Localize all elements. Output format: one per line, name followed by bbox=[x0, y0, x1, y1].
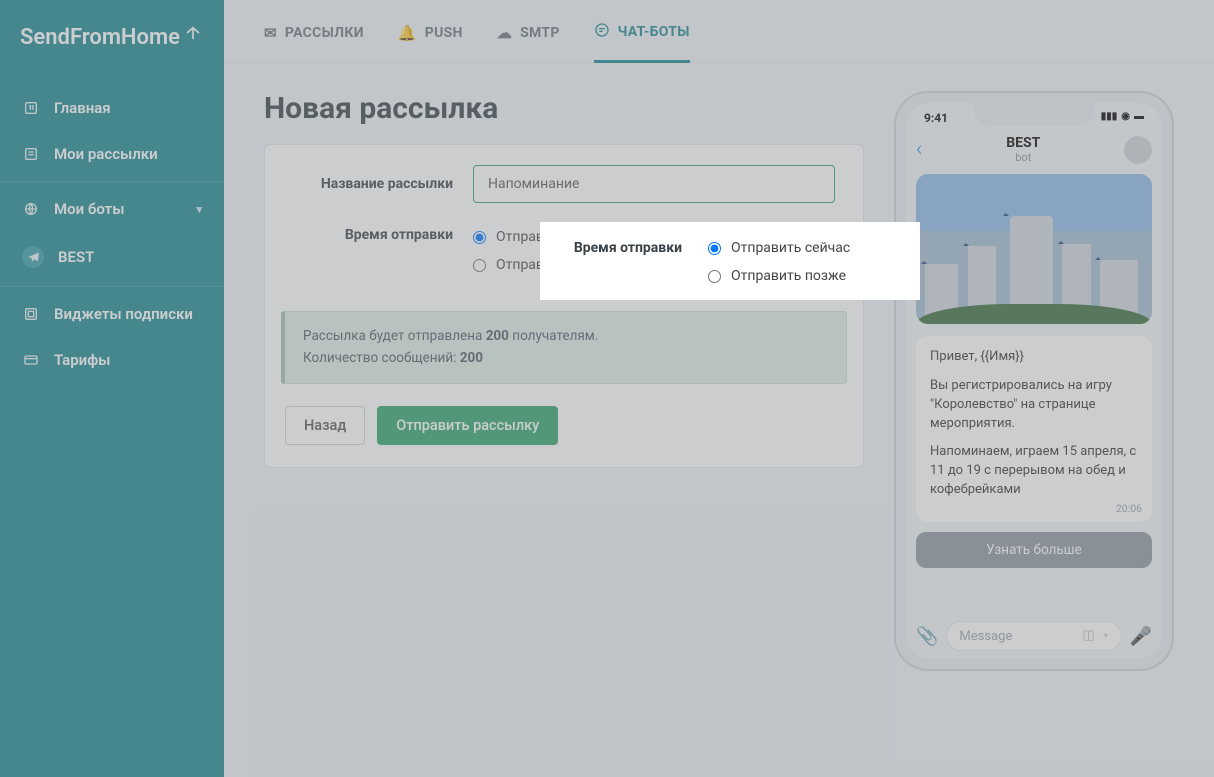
card-icon bbox=[22, 351, 40, 369]
mail-icon: ✉ bbox=[264, 24, 277, 42]
tab-chatbots[interactable]: ЧАТ-БОТЫ bbox=[594, 22, 690, 63]
attach-icon[interactable]: 📎 bbox=[916, 626, 938, 647]
placeholder-text: Message bbox=[959, 629, 1012, 644]
timer-icon[interactable]: ◔ bbox=[1101, 628, 1109, 644]
page-title: Новая рассылка bbox=[264, 91, 864, 126]
globe-icon bbox=[22, 200, 40, 218]
cloud-icon: ☁ bbox=[497, 24, 512, 42]
time-label: Время отправки bbox=[293, 225, 453, 243]
bell-icon: 🔔 bbox=[398, 24, 417, 42]
radio-input[interactable] bbox=[473, 231, 486, 244]
info-text: Рассылка будет отправлена bbox=[303, 328, 486, 344]
info-text: получателям. bbox=[509, 328, 598, 344]
home-arrow-icon bbox=[184, 23, 202, 48]
sidebar-item-label: Мои боты bbox=[54, 200, 124, 218]
mic-icon[interactable]: 🎤 bbox=[1130, 626, 1152, 647]
sidebar-item-label: Тарифы bbox=[54, 351, 110, 369]
sidebar-item-label: Мои рассылки bbox=[54, 145, 158, 163]
list-icon bbox=[22, 145, 40, 163]
tour-highlight-content: Время отправки Отправить сейчас Отправит… bbox=[540, 222, 920, 300]
info-text: Количество сообщений: bbox=[303, 350, 460, 366]
message-input-bar: 📎 Message ◫ ◔ 🎤 bbox=[906, 613, 1162, 659]
chat-name: BEST bbox=[931, 135, 1116, 151]
back-icon[interactable]: ‹ bbox=[916, 137, 923, 162]
sidebar-item-widgets[interactable]: Виджеты подписки bbox=[0, 291, 224, 337]
sidebar-item-label: Главная bbox=[54, 99, 111, 117]
tab-smtp[interactable]: ☁ SMTP bbox=[497, 22, 560, 62]
avatar[interactable] bbox=[1124, 136, 1152, 164]
main-area: ✉ РАССЫЛКИ 🔔 PUSH ☁ SMTP ЧАТ-БОТЫ Новая … bbox=[224, 0, 1214, 777]
sidebar-nav: Главная Мои рассылки Мои боты ▾ BEST Вид… bbox=[0, 75, 224, 393]
message-line: Привет, {{Имя}} bbox=[930, 348, 1138, 367]
radio-input[interactable] bbox=[473, 259, 486, 272]
message-line: Напоминаем, играем 15 апреля, с 11 до 19… bbox=[930, 443, 1138, 510]
brand-logo[interactable]: SendFromHome bbox=[0, 0, 224, 75]
campaign-name-input[interactable] bbox=[473, 165, 835, 203]
sidebar-item-label: BEST bbox=[58, 248, 94, 266]
separator bbox=[0, 286, 224, 287]
separator bbox=[0, 181, 224, 182]
back-button[interactable]: Назад bbox=[285, 406, 365, 445]
battery-icon: ▬ bbox=[1134, 111, 1144, 125]
telegram-icon bbox=[22, 246, 44, 268]
sidebar: SendFromHome Главная Мои рассылки Мои бо… bbox=[0, 0, 224, 777]
sidebar-item-home[interactable]: Главная bbox=[0, 85, 224, 131]
sidebar-item-bot-best[interactable]: BEST bbox=[0, 232, 224, 282]
sidebar-item-pricing[interactable]: Тарифы bbox=[0, 337, 224, 383]
phone-notch bbox=[974, 103, 1094, 125]
chat-icon bbox=[594, 22, 610, 42]
chevron-down-icon: ▾ bbox=[196, 203, 202, 216]
message-count: 200 bbox=[460, 350, 483, 366]
chat-header: ‹ BEST bot bbox=[906, 129, 1162, 174]
top-tabs: ✉ РАССЫЛКИ 🔔 PUSH ☁ SMTP ЧАТ-БОТЫ bbox=[224, 0, 1214, 63]
message-time: 20:06 bbox=[1116, 501, 1142, 516]
brand-text: SendFromHome bbox=[20, 25, 180, 50]
inline-button[interactable]: Узнать больше bbox=[916, 532, 1152, 568]
info-banner: Рассылка будет отправлена 200 получателя… bbox=[281, 311, 847, 384]
tab-label: РАССЫЛКИ bbox=[285, 25, 364, 41]
form-card: Название рассылки Время отправки Отправи… bbox=[264, 144, 864, 468]
tab-push[interactable]: 🔔 PUSH bbox=[398, 22, 463, 62]
message-bubble: Привет, {{Имя}} Вы регистрировались на и… bbox=[916, 336, 1152, 522]
widget-icon bbox=[22, 305, 40, 323]
chat-subtitle: bot bbox=[931, 151, 1116, 164]
name-label: Название рассылки bbox=[293, 176, 453, 192]
wifi-icon: ◉ bbox=[1121, 111, 1130, 125]
tab-label: PUSH bbox=[425, 25, 463, 41]
message-input[interactable]: Message ◫ ◔ bbox=[946, 621, 1121, 651]
tab-label: ЧАТ-БОТЫ bbox=[618, 24, 690, 40]
sidebar-item-campaigns[interactable]: Мои рассылки bbox=[0, 131, 224, 177]
status-icons: ▮▮▮ ◉ ▬ bbox=[1101, 111, 1144, 125]
sticker-icon[interactable]: ◫ bbox=[1082, 628, 1094, 644]
sidebar-item-label: Виджеты подписки bbox=[54, 305, 193, 323]
recipient-count: 200 bbox=[486, 328, 509, 344]
sidebar-item-bots[interactable]: Мои боты ▾ bbox=[0, 186, 224, 232]
tab-campaigns[interactable]: ✉ РАССЫЛКИ bbox=[264, 22, 364, 62]
send-button[interactable]: Отправить рассылку bbox=[377, 406, 558, 445]
tab-label: SMTP bbox=[520, 25, 560, 41]
home-icon bbox=[22, 99, 40, 117]
status-time: 9:41 bbox=[924, 111, 948, 125]
signal-icon: ▮▮▮ bbox=[1101, 111, 1118, 125]
message-line: Вы регистрировались на игру "Королевство… bbox=[930, 377, 1138, 434]
phone-preview: 9:41 ▮▮▮ ◉ ▬ ‹ BEST bot bbox=[894, 91, 1174, 671]
message-image bbox=[916, 174, 1152, 324]
